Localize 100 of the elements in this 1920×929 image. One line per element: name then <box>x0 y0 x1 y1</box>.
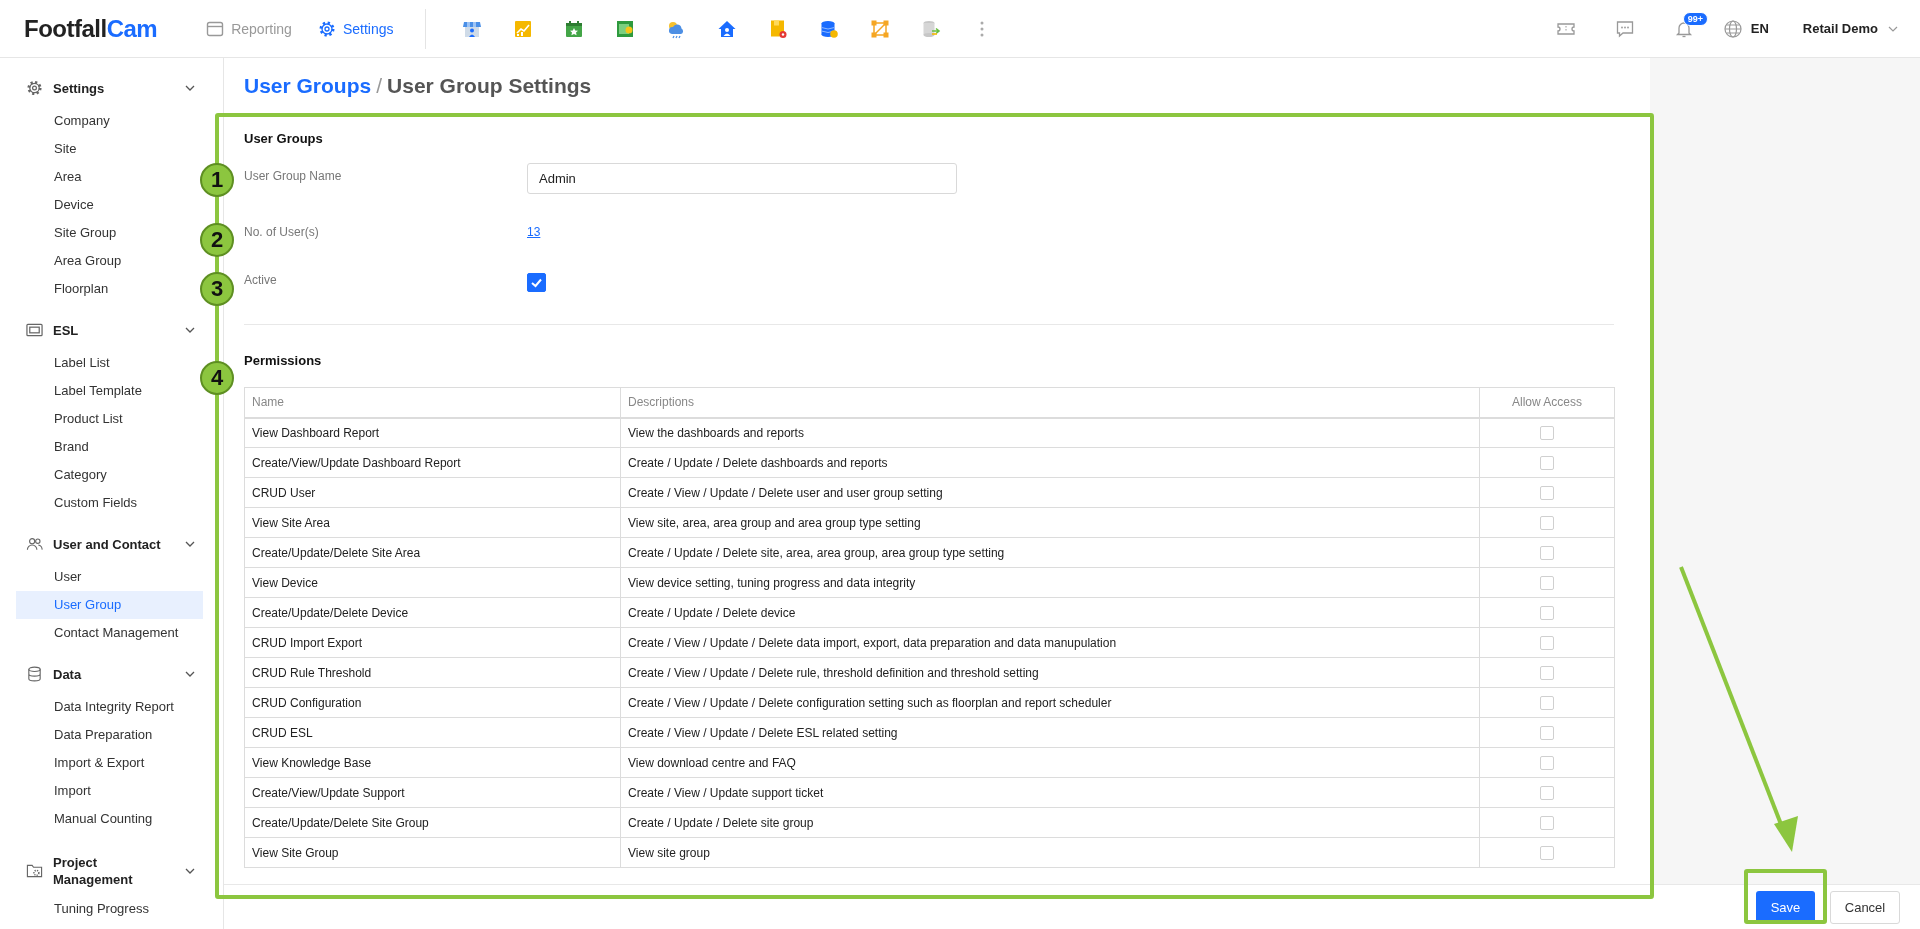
table-cell: CRUD Import Export <box>244 627 621 658</box>
table-cell: CRUD Configuration <box>244 687 621 718</box>
table-cell: Create / Update / Delete site group <box>620 807 1480 838</box>
table-cell: Create / Update / Delete dashboards and reports <box>620 447 1480 478</box>
table-cell: View Knowledge Base <box>244 747 621 778</box>
house-icon[interactable] <box>717 18 738 39</box>
sidebar-item[interactable]: Area Group <box>16 247 203 275</box>
section-title: User Groups <box>244 131 324 146</box>
table-cell: Create/View/Update Support <box>244 777 621 808</box>
table-cell: Create / View / Update / Delete configuration setting such as floorplan and report scheduler <box>620 687 1480 718</box>
sidebar-section-header[interactable]: User and Contact <box>0 525 223 563</box>
column-header: Allow Access <box>1479 387 1615 418</box>
monitor-icon <box>26 321 43 339</box>
sidebar-section-header[interactable]: Project Management <box>0 841 223 895</box>
chevron-down-icon <box>1888 25 1898 32</box>
column-header: Name <box>244 387 621 418</box>
checkbox[interactable] <box>527 273 546 292</box>
nodes-icon[interactable] <box>870 18 891 39</box>
table-cell: View site, area, area group and area group type setting <box>620 507 1480 538</box>
sidebar-section-header[interactable]: Data <box>0 655 223 693</box>
globe-icon[interactable] <box>1722 18 1743 39</box>
table-cell: CRUD User <box>244 477 621 508</box>
table-cell: Create / View / Update / Delete ESL related setting <box>620 717 1480 748</box>
section-title: Permissions <box>244 353 323 368</box>
table-cell: View Dashboard Report <box>244 417 621 448</box>
account-menu[interactable]: Retail Demo <box>1802 21 1898 36</box>
table-cell: View Site Group <box>244 837 621 868</box>
chart-icon[interactable] <box>513 18 534 39</box>
database-icon[interactable] <box>819 18 840 39</box>
page-title: User Group Settings <box>387 74 592 99</box>
chat-icon[interactable] <box>1614 18 1635 39</box>
sidebar-item[interactable]: Manual Counting <box>16 805 203 833</box>
sidebar-section-header[interactable]: ESL <box>0 311 223 349</box>
settings-icon <box>26 79 43 97</box>
sidebar-item[interactable]: Company <box>16 107 203 135</box>
column-header: Descriptions <box>620 387 1480 418</box>
table-cell: Create/View/Update Dashboard Report <box>244 447 621 478</box>
folder-gear-icon <box>26 862 43 880</box>
sidebar-item[interactable]: Floorplan <box>16 275 203 303</box>
users-icon <box>26 535 43 553</box>
sidebar-item[interactable]: Import <box>16 777 203 805</box>
sidebar-item[interactable]: Site Group <box>16 219 203 247</box>
sidebar-item[interactable]: Category <box>16 461 203 489</box>
sidebar-item[interactable]: User Group <box>16 591 203 619</box>
chevron-down-icon <box>185 539 195 549</box>
chevron-down-icon <box>185 83 195 93</box>
field-label: No. of User(s) <box>244 224 319 239</box>
sidebar-item[interactable]: Data Preparation <box>16 721 203 749</box>
table-cell: CRUD ESL <box>244 717 621 748</box>
breadcrumb-separator: / <box>376 74 383 99</box>
sidebar-item[interactable]: Tuning Progress <box>16 895 203 923</box>
user-count-link[interactable]: 13 <box>527 219 541 239</box>
server-icon[interactable] <box>921 18 942 39</box>
field-label: Active <box>244 272 277 287</box>
table-cell: View Site Area <box>244 507 621 538</box>
chevron-down-icon <box>185 325 195 335</box>
sidebar-item[interactable]: Product List <box>16 405 203 433</box>
money-icon[interactable] <box>615 18 636 39</box>
table-cell: View download centre and FAQ <box>620 747 1480 778</box>
cancel-button[interactable]: Cancel <box>1830 890 1900 924</box>
sidebar-item[interactable]: Brand <box>16 433 203 461</box>
language-selector[interactable]: EN <box>1750 21 1769 36</box>
sidebar-item[interactable]: Device <box>16 191 203 219</box>
table-cell: CRUD Rule Threshold <box>244 657 621 688</box>
sidebar-section-header[interactable]: Settings <box>0 69 223 107</box>
chevron-down-icon <box>185 669 195 679</box>
sidebar-item[interactable]: Area <box>16 163 203 191</box>
logo: FootfallCam <box>24 14 158 43</box>
table-cell: Create/Update/Delete Site Area <box>244 537 621 568</box>
calendar-icon[interactable] <box>564 18 585 39</box>
sidebar-item[interactable]: Site <box>16 135 203 163</box>
table-cell: Create/Update/Delete Device <box>244 597 621 628</box>
table-cell: View the dashboards and reports <box>620 417 1480 448</box>
settings-icon <box>317 19 336 38</box>
table-cell: View site group <box>620 837 1480 868</box>
table-cell: Create / View / Update / Delete rule, threshold definition and threshold setting <box>620 657 1480 688</box>
table-cell: Create / Update / Delete device <box>620 597 1480 628</box>
table-cell: Create / Update / Delete site, area, area group, area group type setting <box>620 537 1480 568</box>
window-icon <box>206 19 225 38</box>
document-icon[interactable] <box>768 18 789 39</box>
sidebar-item[interactable]: Contact Management <box>16 619 203 647</box>
chevron-down-icon <box>185 866 195 876</box>
sidebar-item[interactable]: Label List <box>16 349 203 377</box>
table-cell: Create / View / Update / Delete data import, export, data preparation and data manupulation <box>620 627 1480 658</box>
table-cell: View device setting, tuning progress and data integrity <box>620 567 1480 598</box>
breadcrumb-link[interactable]: User Groups <box>244 74 372 116</box>
table-cell: View Device <box>244 567 621 598</box>
sidebar-item[interactable]: Label Template <box>16 377 203 405</box>
notification-badge: 99+ <box>1682 11 1709 26</box>
sidebar-item[interactable]: Data Integrity Report <box>16 693 203 721</box>
sidebar-item[interactable]: Import & Export <box>16 749 203 777</box>
field-label: User Group Name <box>244 168 342 183</box>
sidebar-item[interactable]: User <box>16 563 203 591</box>
input-field[interactable]: Admin <box>527 163 957 194</box>
table-cell: Create / View / Update / Delete user and user group setting <box>620 477 1480 508</box>
sidebar-item[interactable]: Custom Fields <box>16 489 203 517</box>
table-cell: Create/Update/Delete Site Group <box>244 807 621 838</box>
database-icon <box>26 665 43 683</box>
nav-tab[interactable]: Settings <box>317 19 394 38</box>
table-cell: Create / View / Update support ticket <box>620 777 1480 808</box>
